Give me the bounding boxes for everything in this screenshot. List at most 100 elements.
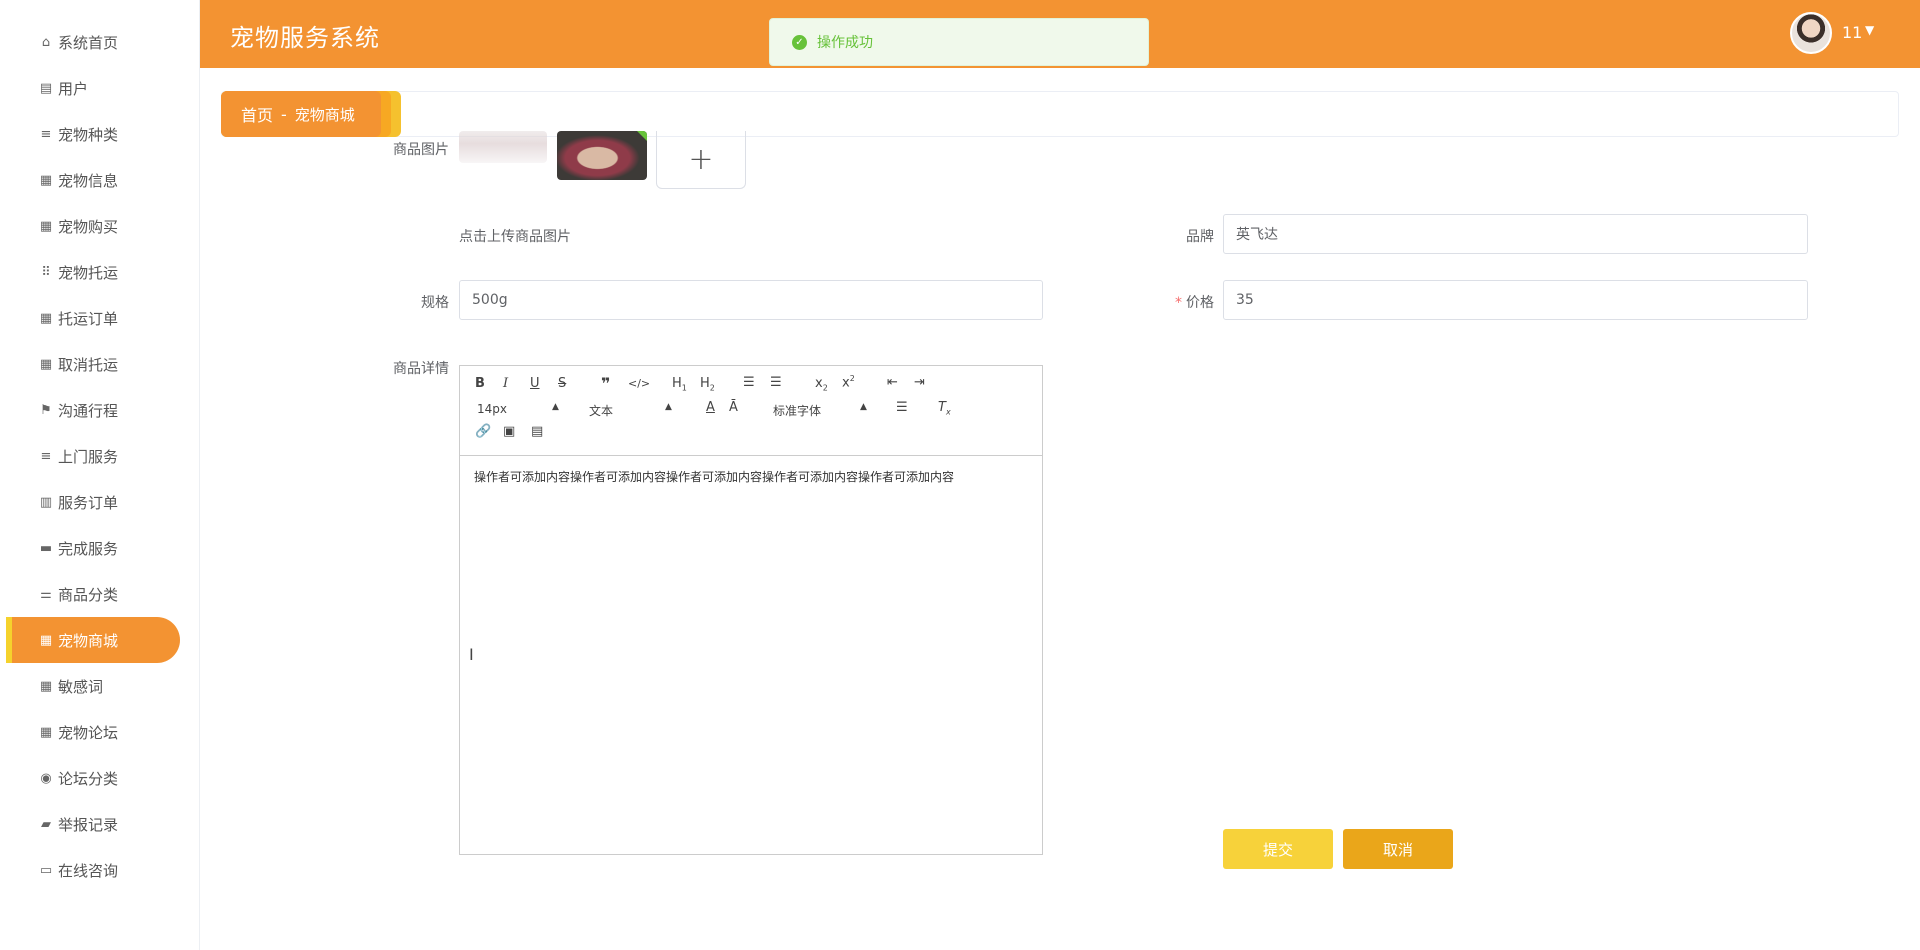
italic-icon[interactable]: I (503, 376, 508, 391)
select-arrow-icon: ▲ (665, 402, 672, 412)
sidebar-item[interactable]: ▦ 敏感词 (6, 663, 180, 709)
cancel-button[interactable]: 取消 (1343, 829, 1453, 869)
editor-toolbar: B I U S ❞ </> H1 H2 ☰ ☰ x2 x2 ⇤ ⇥ 14px ▲… (460, 366, 1042, 456)
sidebar-item[interactable]: ▬ 完成服务 (6, 525, 180, 571)
spec-label: 规格 (421, 295, 449, 311)
sidebar-item[interactable]: ▦ 托运订单 (6, 295, 180, 341)
superscript-icon[interactable]: x2 (842, 374, 855, 390)
ticket-icon: ▰ (41, 816, 51, 832)
sidebar-item[interactable]: ◉ 论坛分类 (6, 755, 180, 801)
sidebar-item-label: 宠物购买 (58, 217, 119, 236)
grid-icon: ▦ (39, 218, 53, 234)
sidebar-item-label: 沟通行程 (58, 401, 119, 420)
sidebar-item[interactable]: ▤ 用户 (6, 65, 180, 111)
sidebar-item[interactable]: ⚑ 沟通行程 (6, 387, 180, 433)
image-label: 商品图片 (393, 142, 449, 158)
underline-icon[interactable]: U (530, 376, 540, 391)
toast-message: 操作成功 (817, 35, 873, 51)
sidebar-item-label: 取消托运 (58, 355, 119, 374)
brand-label: 品牌 (1186, 229, 1214, 245)
image-icon[interactable]: ▣ (503, 424, 515, 439)
username[interactable]: 11 (1842, 23, 1862, 42)
sidebar-item-label: 宠物信息 (58, 171, 119, 190)
spec-field[interactable]: 500g (459, 280, 1043, 320)
sidebar-item[interactable]: ▭ 在线咨询 (6, 847, 180, 893)
required-mark: * (1175, 295, 1182, 311)
sidebar-item[interactable]: ▦ 宠物论坛 (6, 709, 180, 755)
align-icon[interactable]: ☰ (896, 400, 908, 415)
subscript-icon[interactable]: x2 (815, 376, 828, 393)
quote-icon[interactable]: ❞ (601, 374, 610, 393)
brand-field[interactable]: 英飞达 (1223, 214, 1808, 254)
font-color-icon[interactable]: A (706, 400, 715, 415)
editor-content[interactable]: 操作者可添加内容操作者可添加内容操作者可添加内容操作者可添加内容操作者可添加内容 (474, 468, 954, 485)
strike-icon[interactable]: S (558, 376, 566, 391)
font-size-select[interactable]: 14px (477, 402, 507, 416)
bullet-list-icon[interactable]: ☰ (770, 375, 782, 390)
sidebar-item-label: 服务订单 (58, 493, 119, 512)
chat-icon: ▬ (39, 540, 53, 556)
breadcrumb-home[interactable]: 首页 (241, 102, 273, 126)
check-circle-icon: ✓ (792, 34, 807, 50)
sidebar-item-label: 完成服务 (58, 539, 119, 558)
grid-icon: ▦ (39, 724, 53, 740)
link-icon[interactable]: 🔗 (475, 424, 491, 439)
sidebar-item[interactable]: ⌂ 系统首页 (6, 19, 180, 65)
avatar[interactable] (1790, 12, 1832, 54)
detail-label: 商品详情 (393, 361, 449, 377)
clear-format-icon[interactable]: Tx (938, 400, 951, 417)
upload-button[interactable]: + (656, 131, 746, 189)
sidebar-item-label: 系统首页 (58, 33, 119, 52)
ordered-list-icon[interactable]: ☰ (743, 375, 755, 390)
video-icon[interactable]: ▤ (531, 424, 543, 439)
product-image-thumbnail[interactable] (459, 131, 547, 163)
background-color-icon[interactable]: Ā (729, 400, 738, 415)
grid-icon: ▦ (39, 172, 53, 188)
sidebar-item[interactable]: ▥ 服务订单 (6, 479, 180, 525)
sidebar-item[interactable]: ≡ 宠物种类 (6, 111, 180, 157)
submit-button[interactable]: 提交 (1223, 829, 1333, 869)
success-toast: ✓ 操作成功 (769, 18, 1149, 66)
sidebar-item[interactable]: ▦ 宠物信息 (6, 157, 180, 203)
breadcrumb-separator: - (281, 104, 287, 124)
sidebar-item[interactable]: ▰ 举报记录 (6, 801, 180, 847)
select-arrow-icon: ▲ (860, 402, 867, 412)
breadcrumb-current: 宠物商城 (294, 105, 355, 124)
format-select[interactable]: 文本 (589, 402, 613, 419)
sidebar-item[interactable]: ▦ 宠物购买 (6, 203, 180, 249)
rich-text-editor[interactable]: B I U S ❞ </> H1 H2 ☰ ☰ x2 x2 ⇤ ⇥ 14px ▲… (459, 365, 1043, 855)
sidebar-item-label: 论坛分类 (58, 769, 119, 788)
price-field[interactable]: 35 (1223, 280, 1808, 320)
list-icon: ≡ (40, 126, 52, 142)
bar-icon: ▥ (39, 494, 53, 510)
sidebar-item-label: 宠物商城 (58, 631, 119, 650)
sidebar: ⌂ 系统首页 ▤ 用户 ≡ 宠物种类 ▦ 宠物信息 ▦ 宠物购买 ⠿ 宠物托运 ▦ 托运订单 ▦ 取消托运 ⚑ 沟… (0, 0, 200, 950)
home-icon: ⌂ (41, 34, 51, 50)
sidebar-item[interactable]: ▦ 宠物商城 (6, 617, 180, 663)
grid-icon: ▦ (39, 310, 53, 326)
font-family-select[interactable]: 标准字体 (773, 402, 821, 419)
sidebar-item-label: 托运订单 (58, 309, 119, 328)
sidebar-item-label: 敏感词 (58, 677, 104, 696)
sidebar-item[interactable]: ⚌ 商品分类 (6, 571, 180, 617)
grid-icon: ▦ (39, 678, 53, 694)
grid-icon: ▦ (39, 356, 53, 372)
grid-icon: ▦ (39, 632, 53, 648)
sidebar-item-label: 上门服务 (58, 447, 119, 466)
bold-icon[interactable]: B (475, 376, 485, 391)
heading1-icon[interactable]: H1 (672, 376, 687, 393)
sidebar-item[interactable]: ≡ 上门服务 (6, 433, 180, 479)
code-icon[interactable]: </> (628, 377, 650, 390)
sidebar-item-label: 宠物种类 (58, 125, 119, 144)
sidebar-item[interactable]: ▦ 取消托运 (6, 341, 180, 387)
sliders-icon: ⚌ (40, 586, 52, 602)
outdent-icon[interactable]: ⇤ (887, 375, 898, 390)
heading2-icon[interactable]: H2 (700, 376, 715, 393)
indent-icon[interactable]: ⇥ (914, 375, 925, 390)
product-image-thumbnail[interactable] (557, 131, 647, 180)
app-title: 宠物服务系统 (230, 24, 380, 52)
sidebar-item[interactable]: ⠿ 宠物托运 (6, 249, 180, 295)
clipboard-icon: ▤ (39, 80, 53, 96)
caret-down-icon[interactable]: ▼ (1865, 23, 1874, 37)
price-label: * 价格 (1114, 292, 1214, 312)
